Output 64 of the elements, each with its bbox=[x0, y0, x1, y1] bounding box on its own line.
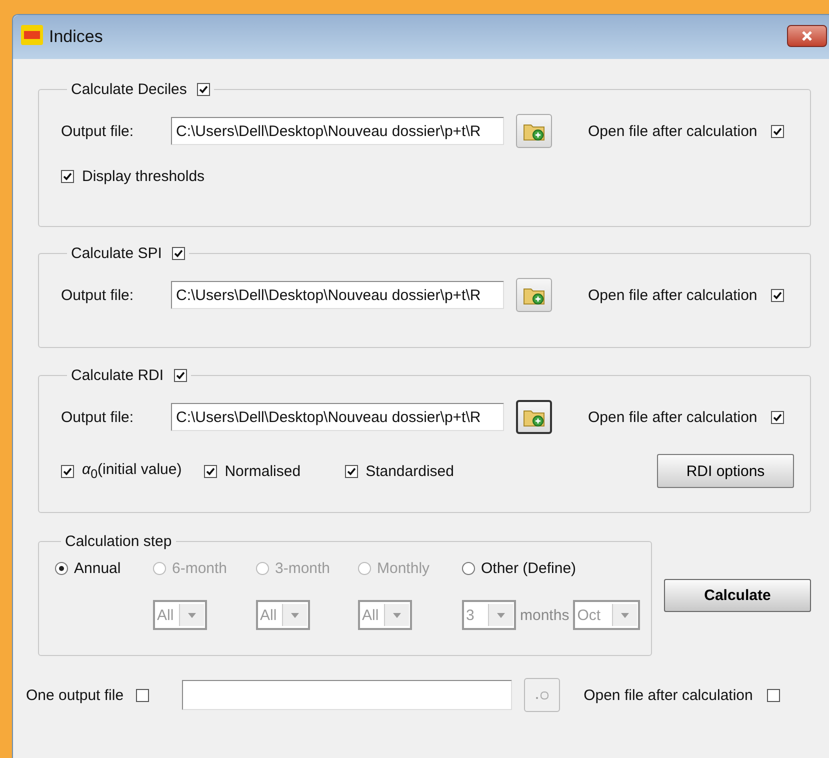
radio-label: 3-month bbox=[275, 560, 330, 576]
checkbox[interactable] bbox=[771, 410, 784, 424]
radio-button[interactable] bbox=[462, 562, 475, 574]
radio-label: 6-month bbox=[172, 560, 228, 576]
radio-button[interactable] bbox=[55, 562, 68, 574]
dropdown-arrow-icon bbox=[291, 612, 299, 618]
group-title: Calculation step bbox=[65, 533, 172, 550]
checkbox[interactable] bbox=[172, 247, 185, 260]
checkbox-label: Open file after calculation bbox=[588, 286, 758, 304]
ellipsis-icon bbox=[534, 690, 549, 700]
dropdown-arrow-icon bbox=[188, 612, 196, 618]
options-button[interactable]: RDI options bbox=[657, 454, 794, 488]
window-title: Indices bbox=[49, 27, 103, 47]
check-icon bbox=[773, 412, 782, 422]
dropdown-arrow-icon bbox=[621, 612, 630, 618]
check-icon bbox=[198, 85, 208, 94]
dropdown-arrow-icon bbox=[393, 612, 401, 618]
checkbox-label: α$_{0}$(initial value) bbox=[82, 461, 182, 481]
checkbox[interactable] bbox=[771, 124, 784, 138]
checkbox[interactable] bbox=[771, 288, 784, 302]
field-label: Output file: bbox=[61, 408, 135, 426]
check-icon bbox=[206, 466, 215, 476]
checkbox[interactable] bbox=[766, 688, 780, 702]
checkbox-label: Standardised bbox=[366, 462, 454, 480]
check-icon bbox=[63, 466, 72, 476]
checkbox[interactable] bbox=[136, 688, 149, 702]
checkbox-label: Normalised bbox=[224, 462, 301, 480]
checkbox-label: One output file bbox=[26, 686, 124, 704]
path-field[interactable] bbox=[182, 680, 512, 710]
close-button[interactable] bbox=[787, 25, 827, 47]
path-field[interactable]: C:\Users\Dell\Desktop\Nouveau dossier\p+t\R bbox=[171, 403, 504, 431]
checkbox-label: Open file after calculation bbox=[588, 408, 758, 426]
browse-button[interactable] bbox=[516, 278, 552, 312]
checkbox[interactable] bbox=[174, 369, 187, 382]
checkbox-label: Open file after calculation bbox=[584, 686, 753, 704]
path-field[interactable]: C:\Users\Dell\Desktop\Nouveau dossier\p+t\R bbox=[171, 281, 504, 309]
radio-label: Other (Define) bbox=[481, 560, 576, 576]
check-icon bbox=[773, 126, 782, 136]
check-icon bbox=[346, 466, 356, 476]
group-title: Calculate RDI bbox=[71, 367, 164, 384]
radio-label: Monthly bbox=[377, 560, 430, 576]
path-field[interactable]: C:\Users\Dell\Desktop\Nouveau dossier\p+t\R bbox=[171, 117, 504, 145]
browse-button[interactable] bbox=[516, 114, 552, 148]
check-icon bbox=[773, 290, 782, 300]
check-icon bbox=[176, 371, 185, 380]
unit-label: months bbox=[520, 606, 570, 624]
checkbox-label: Display thresholds bbox=[82, 168, 205, 185]
check-icon bbox=[174, 249, 183, 258]
group-title: Calculate SPI bbox=[71, 245, 162, 262]
checkbox[interactable] bbox=[196, 83, 210, 96]
checkbox[interactable] bbox=[204, 464, 217, 478]
checkbox[interactable] bbox=[61, 170, 74, 183]
check-icon bbox=[63, 172, 72, 181]
group-title: Calculate Deciles bbox=[71, 81, 187, 98]
checkbox[interactable] bbox=[344, 464, 358, 478]
checkbox[interactable] bbox=[61, 464, 74, 478]
field-label: Output file: bbox=[61, 122, 135, 140]
field-label: Output file: bbox=[61, 286, 135, 304]
calculate-button[interactable]: Calculate bbox=[664, 579, 811, 612]
browse-button[interactable] bbox=[516, 400, 552, 434]
dropdown-arrow-icon bbox=[497, 612, 505, 618]
checkbox-label: Open file after calculation bbox=[588, 122, 758, 140]
close-icon bbox=[801, 30, 813, 42]
radio-label: Annual bbox=[74, 560, 121, 576]
